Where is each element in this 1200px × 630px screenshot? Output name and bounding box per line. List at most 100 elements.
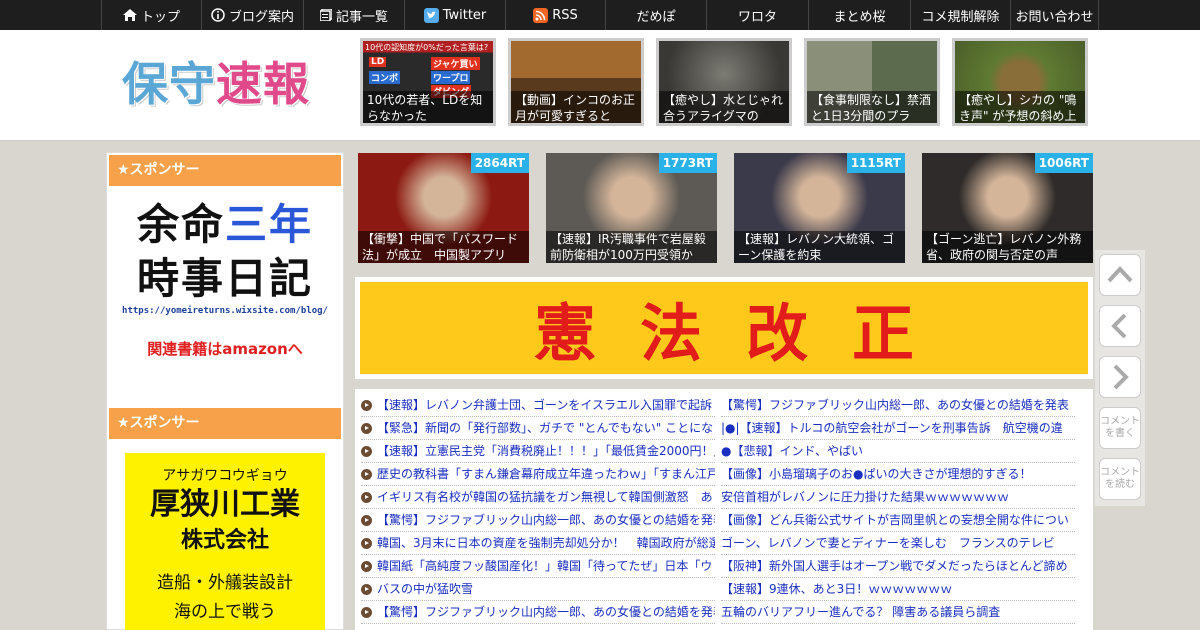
nav-item-5[interactable]: だめぽ: [605, 0, 706, 30]
article-link[interactable]: |●|【速報】トルコの航空会社がゴーンを刑事告訴 航空機の違: [721, 417, 1075, 440]
nav-item-8[interactable]: コメ規制解除: [910, 0, 1010, 30]
article-link-text: 【速報】立憲民主党「消費税廃止！！！」「最低賃金2000円！」: [377, 444, 715, 458]
article-link[interactable]: 韓国、3月末に日本の資産を強制売却処分か！ 韓国政府が総選: [361, 532, 715, 555]
thumb-tag: ジャケ買い: [431, 57, 480, 70]
article-link-text: ゴーン、レバノンで妻とディナーを楽しむ フランスのテレビ: [721, 536, 1055, 550]
header-thumbnail[interactable]: 10代の認知度が0%だった言葉は?LDコンボジャケ買いワープロダビング10代の若…: [360, 38, 496, 126]
featured-articles-row: 2864RT 【衝撃】中国で「パスワード法」が成立 中国製アプリ 1773RT 【速報…: [358, 153, 1093, 263]
article-link[interactable]: ゴーン、レバノンで妻とディナーを楽しむ フランスのテレビ: [721, 532, 1075, 555]
nav-item-6[interactable]: ワロタ: [706, 0, 808, 30]
ad2-slogan: 海の上で戦う: [174, 602, 276, 622]
article-link-text: |●|【速報】トルコの航空会社がゴーンを刑事告訴 航空機の違: [721, 421, 1063, 435]
article-link[interactable]: イギリス有名校が韓国の猛抗議をガン無視して韓国側激怒 あ: [361, 486, 715, 509]
ad2-kana: アサガワコウギョウ: [162, 468, 288, 484]
article-link[interactable]: 【緊急】新聞の「発行部数」、ガチで "とんでもない" ことになってる: [361, 417, 715, 440]
article-link[interactable]: 【驚愕】フジファブリック山内総一郎、あの女優との結婚を発表: [721, 394, 1075, 417]
article-link[interactable]: ●【悲報】インド、やばい: [721, 440, 1075, 463]
logo-text-part2: 速報: [216, 57, 310, 111]
article-link[interactable]: 【驚愕】フジファブリック山内総一郎、あの女優との結婚を発表: [361, 509, 715, 532]
play-bullet-icon: [361, 583, 372, 595]
write-comment-button[interactable]: コメントを書く: [1099, 407, 1141, 449]
thumb-headline: 10代の認知度が0%だった言葉は?: [365, 43, 489, 52]
thumbnail-caption: 【動画】インコのお正月が可愛すぎると: [511, 91, 641, 123]
featured-article[interactable]: 1006RT 【ゴーン逃亡】レバノン外務省、政府の関与否定の声: [922, 153, 1093, 263]
article-links: 【速報】レバノン弁護士団、ゴーンをイスラエル入国罪で起訴【緊急】新聞の「発行部数…: [355, 389, 1093, 630]
nav-item-label: コメ規制解除: [921, 9, 1000, 25]
next-article-button[interactable]: [1099, 356, 1141, 398]
thumbnail-caption: 10代の若者、LDを知らなかった: [363, 91, 493, 123]
previous-article-button[interactable]: [1099, 305, 1141, 347]
ad-url: https://yomeireturns.wixsite.com/blog/: [122, 306, 328, 316]
article-link[interactable]: 【阪神】新外国人選手はオープン戦でダメだったらほとんど諦め: [721, 555, 1075, 578]
nav-item-1[interactable]: ブログ案内: [201, 0, 303, 30]
sponsor-ad-yomei[interactable]: 余命三年 時事日記 https://yomeireturns.wixsite.c…: [107, 188, 343, 406]
nav-item-label: トップ: [140, 9, 180, 25]
kenpo-kaisei-banner[interactable]: 憲法改正: [355, 277, 1093, 379]
article-link-text: 韓国、3月末に日本の資産を強制売却処分か！ 韓国政府が総選: [377, 536, 715, 550]
links-column-right: 【驚愕】フジファブリック山内総一郎、あの女優との結婚を発表 |●|【速報】トルコの…: [721, 394, 1075, 630]
article-link[interactable]: 【画像】小島瑠璃子のお●ぱいの大きさが理想的すぎる！: [721, 463, 1075, 486]
play-bullet-icon: [361, 606, 372, 618]
retweet-count-badge: 1773RT: [658, 153, 717, 173]
twitter-icon: [423, 7, 439, 23]
nav-item-7[interactable]: まとめ桜: [808, 0, 910, 30]
ad2-company-name: 厚狭川工業: [150, 487, 300, 522]
article-link[interactable]: 安倍首相がレバノンに圧力掛けた結果ｗｗｗｗｗｗｗ: [721, 486, 1075, 509]
article-link[interactable]: 【速報】レバノン弁護士団、ゴーンをイスラエル入国罪で起訴: [361, 394, 715, 417]
article-link-text: ●【悲報】インド、やばい: [721, 444, 863, 458]
article-link-text: 【速報】レバノン弁護士団、ゴーンをイスラエル入国罪で起訴: [377, 398, 713, 412]
article-link-text: 五輪のバリアフリー進んでる？ 障害ある議員ら調査: [721, 605, 1001, 619]
chevron-left-icon: [1111, 313, 1127, 339]
nav-item-label: 記事一覧: [335, 9, 388, 25]
header-thumbnail[interactable]: 【癒やし】シカの "鳴き声" が予想の斜め上: [952, 38, 1088, 126]
header-thumbnail[interactable]: 【動画】インコのお正月が可愛すぎると: [508, 38, 644, 126]
amazon-link[interactable]: 関連書籍はamazonへ: [107, 338, 343, 359]
nav-item-2[interactable]: 記事一覧: [303, 0, 404, 30]
nav-item-4[interactable]: RSS: [505, 0, 605, 30]
article-link-text: 【驚愕】フジファブリック山内総一郎、あの女優との結婚を発表: [721, 398, 1069, 412]
article-link-text: 【画像】どん兵衛公式サイトが吉岡里帆との妄想全開な件につい: [721, 513, 1069, 527]
nav-item-9[interactable]: お問い合わせ: [1010, 0, 1099, 30]
chevron-right-icon: [1113, 364, 1129, 390]
read-comment-button[interactable]: コメントを読む: [1099, 458, 1141, 500]
scroll-top-button[interactable]: [1099, 254, 1141, 296]
article-link[interactable]: 五輪のバリアフリー進んでる？ 障害ある議員ら調査: [721, 601, 1075, 624]
ad-title-line1: 余命三年: [136, 200, 314, 249]
logo-text-part1: 保守: [122, 57, 216, 111]
featured-article-caption: 【速報】IR汚職事件で岩屋毅前防衛相が100万円受領か: [546, 231, 717, 263]
thumb-tag: ワープロ: [431, 71, 471, 84]
article-link-text: 安倍首相がレバノンに圧力掛けた結果ｗｗｗｗｗｗｗ: [721, 490, 1010, 504]
article-link[interactable]: バスの中が猛吹雪: [361, 578, 715, 601]
chevron-up-icon: [1107, 266, 1133, 283]
nav-item-3[interactable]: Twitter: [404, 0, 505, 30]
list-icon: [319, 9, 332, 21]
featured-article[interactable]: 1115RT 【速報】レバノン大統領、ゴーン保護を約束: [734, 153, 905, 263]
article-link-text: 【驚愕】フジファブリック山内総一郎、あの女優との結婚を発表: [377, 513, 715, 527]
nav-item-0[interactable]: トップ: [101, 0, 201, 30]
article-link[interactable]: 韓国紙「高純度フッ酸国産化！」韓国「待ってたぜ」日本「ウ: [361, 555, 715, 578]
article-link-text: 【阪神】新外国人選手はオープン戦でダメだったらほとんど諦め: [721, 559, 1068, 573]
article-link[interactable]: 【速報】9連休、あと3日！ｗｗｗｗｗｗｗ: [721, 578, 1075, 601]
header-thumbnail-row: 10代の認知度が0%だった言葉は?LDコンボジャケ買いワープロダビング10代の若…: [360, 38, 1088, 126]
featured-article[interactable]: 1773RT 【速報】IR汚職事件で岩屋毅前防衛相が100万円受領か: [546, 153, 717, 263]
play-bullet-icon: [361, 422, 372, 434]
thumbnail-caption: 【癒やし】水とじゃれ合うアライグマの: [659, 91, 789, 123]
nav-item-label: Twitter: [442, 7, 487, 23]
featured-article[interactable]: 2864RT 【衝撃】中国で「パスワード法」が成立 中国製アプリ: [358, 153, 529, 263]
article-link[interactable]: 【速報】立憲民主党「消費税廃止！！！」「最低賃金2000円！」: [361, 440, 715, 463]
site-logo[interactable]: 保守速報: [122, 54, 310, 114]
ad2-company-type: 株式会社: [180, 528, 269, 553]
article-link[interactable]: 【画像】どん兵衛公式サイトが吉岡里帆との妄想全開な件につい: [721, 509, 1075, 532]
play-bullet-icon: [361, 399, 372, 411]
rss-icon: [533, 7, 549, 23]
floating-side-buttons: コメントを書く コメントを読む: [1095, 250, 1145, 506]
header-thumbnail[interactable]: 【食事制限なし】禁酒と1日3分間のプラ: [804, 38, 940, 126]
article-link[interactable]: 歴史の教科書「すまん鎌倉幕府成立年違ったわｗ」「すまん江戸: [361, 463, 715, 486]
article-link-text: 【速報】9連休、あと3日！ｗｗｗｗｗｗｗ: [721, 582, 953, 596]
thumb-tag: LD: [369, 57, 387, 67]
article-link-text: 【驚愕】フジファブリック山内総一郎、あの女優との結婚を発表: [377, 605, 715, 619]
play-bullet-icon: [361, 537, 372, 549]
article-link[interactable]: 【驚愕】フジファブリック山内総一郎、あの女優との結婚を発表: [361, 601, 715, 624]
header-thumbnail[interactable]: 【癒やし】水とじゃれ合うアライグマの: [656, 38, 792, 126]
sponsor-ad-asagawa[interactable]: アサガワコウギョウ 厚狭川工業 株式会社 造船・外艤装設計 海の上で戦う: [125, 453, 325, 630]
